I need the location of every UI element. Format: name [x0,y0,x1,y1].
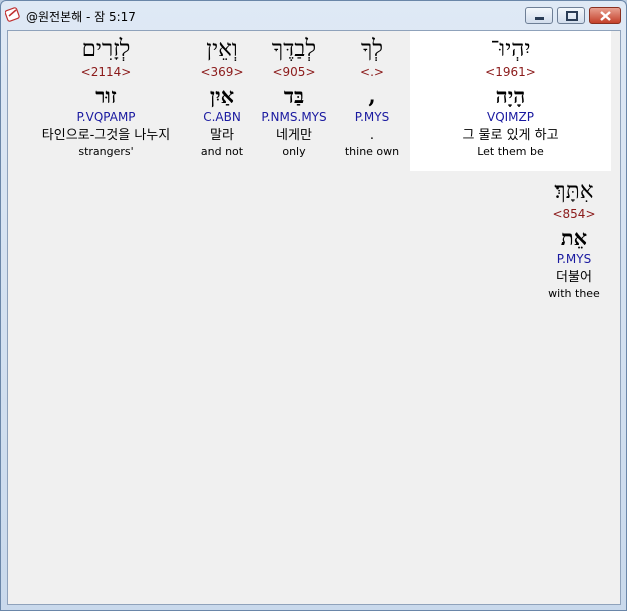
minimize-button[interactable] [525,7,553,24]
strong-number[interactable]: <854> [538,207,610,223]
english-gloss: strangers' [78,145,134,158]
hebrew-root: , [368,83,376,108]
title-bar[interactable]: @원전본해 - 잠 5:17 [1,1,626,29]
parsing-code: VQIMZP [486,110,534,124]
parsing-code: C.ABN [203,110,241,124]
hebrew-root: אֵת [560,225,588,250]
hebrew-word: יִהְיוּ־ [490,36,531,62]
word-card[interactable]: יִהְיוּ־ <1961> הָיָה VQIMZP 그 물로 있게 하고 … [410,35,611,159]
close-button[interactable] [589,7,621,24]
parsing-code: P.MYS [354,110,390,124]
english-gloss: Let them be [477,145,544,158]
strong-number[interactable]: <1961> [410,65,611,81]
maximize-button[interactable] [557,7,585,24]
strong-number[interactable]: <369> [192,65,252,81]
app-logo-icon [4,6,21,22]
hebrew-root: הָיָה [495,83,526,108]
word-card[interactable]: לְךָ <.> , P.MYS . thine own [340,35,404,159]
word-card[interactable]: לְזָרִים <2114> זוּר P.VQPAMP 타인으로-그것을 나… [26,35,186,159]
hebrew-word: לְזָרִים [81,36,131,62]
word-card[interactable]: לְבַדֶּךָ <905> בַּד P.NMS.MYS 네게만 only [254,35,334,159]
hebrew-root: זוּר [95,83,117,108]
english-gloss: and not [200,145,244,158]
korean-gloss: 더불어 [556,270,592,285]
hebrew-word: וְאֵין [206,36,238,62]
window-title: @원전본해 - 잠 5:17 [26,10,136,24]
app-window: @원전본해 - 잠 5:17 יִהְיוּ־ <1961> הָיָה VQI… [0,0,627,611]
verse-panel: יִהְיוּ־ <1961> הָיָה VQIMZP 그 물로 있게 하고 … [7,30,621,605]
strong-number[interactable]: <905> [254,65,334,81]
korean-gloss: 그 물로 있게 하고 [462,128,559,143]
english-gloss: only [282,145,306,158]
parsing-code: P.MYS [556,252,592,266]
hebrew-root: בַּד [283,83,305,108]
hebrew-root: אַיִן [209,83,235,108]
korean-gloss: 네게만 [276,128,312,143]
english-gloss: thine own [344,145,400,158]
hebrew-word: לְבַדֶּךָ [271,36,317,62]
strong-number[interactable]: <.> [340,65,404,81]
korean-gloss: 타인으로-그것을 나누지 [41,128,171,143]
word-card[interactable]: וְאֵין <369> אַיִן C.ABN 말라 and not [192,35,252,159]
parsing-code: P.VQPAMP [76,110,136,124]
korean-gloss: 말라 [210,128,234,143]
strong-number[interactable]: <2114> [26,65,186,81]
parsing-code: P.NMS.MYS [261,110,327,124]
word-card[interactable]: אִתָּךְ׃ <854> אֵת P.MYS 더불어 with thee [538,177,610,301]
english-gloss: with thee [548,287,600,300]
hebrew-word: אִתָּךְ׃ [554,178,594,204]
korean-gloss: . [369,128,375,143]
hebrew-word: לְךָ [360,36,384,62]
